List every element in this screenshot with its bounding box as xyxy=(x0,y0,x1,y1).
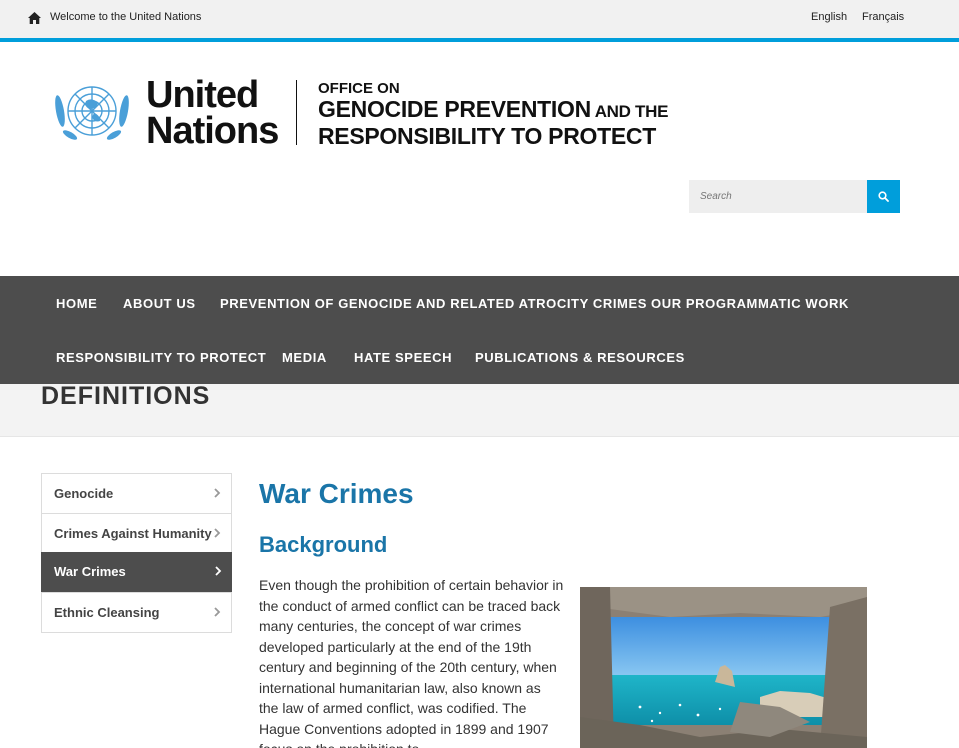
sidebar-item-ethnic-cleansing[interactable]: Ethnic Cleansing xyxy=(42,593,231,633)
nav-programmatic-work[interactable]: OUR PROGRAMMATIC WORK xyxy=(651,296,849,311)
nav-hate-speech[interactable]: HATE SPEECH xyxy=(354,350,452,365)
chevron-right-icon xyxy=(215,566,222,576)
page-title: War Crimes xyxy=(259,478,414,509)
chevron-right-icon xyxy=(214,528,221,538)
chevron-right-icon xyxy=(214,607,221,617)
language-english[interactable]: English xyxy=(811,11,847,23)
welcome-link[interactable]: Welcome to the United Nations xyxy=(50,11,201,23)
office-line3: RESPONSIBILITY TO PROTECT xyxy=(318,123,656,149)
war-damage-photo xyxy=(580,587,867,748)
header-divider xyxy=(296,80,297,145)
language-french[interactable]: Français xyxy=(862,11,904,23)
definitions-sidebar: Genocide Crimes Against Humanity War Cri… xyxy=(41,473,232,633)
office-line1: OFFICE ON xyxy=(318,80,400,97)
nav-publications-resources[interactable]: PUBLICATIONS & RESOURCES xyxy=(475,350,685,365)
nav-home[interactable]: HOME xyxy=(56,296,97,311)
sidebar-item-war-crimes[interactable]: War Crimes xyxy=(41,552,232,593)
section-heading: Background xyxy=(259,532,388,557)
nav-media[interactable]: MEDIA xyxy=(282,350,327,365)
main-navigation: HOME ABOUT US PREVENTION OF GENOCIDE AND… xyxy=(0,276,959,384)
nav-about-us[interactable]: ABOUT US xyxy=(123,296,196,311)
nav-responsibility-to-protect[interactable]: RESPONSIBILITY TO PROTECT xyxy=(56,350,266,365)
office-line2-main: GENOCIDE PREVENTION xyxy=(318,96,591,122)
accent-line xyxy=(0,38,959,42)
un-wordmark[interactable]: United Nations xyxy=(146,74,279,152)
page-section-title: DEFINITIONS xyxy=(41,382,211,410)
office-title[interactable]: OFFICE ON GENOCIDE PREVENTION AND THE RE… xyxy=(318,80,668,148)
office-line2-small: AND THE xyxy=(590,102,669,121)
sidebar-item-crimes-against-humanity[interactable]: Crimes Against Humanity xyxy=(42,514,231,554)
chevron-right-icon xyxy=(214,488,221,498)
body-paragraph: Even though the prohibition of certain b… xyxy=(259,577,564,748)
office-line2: GENOCIDE PREVENTION AND THE xyxy=(318,97,668,124)
un-emblem-logo[interactable] xyxy=(50,77,134,149)
un-wordmark-line1: United xyxy=(146,74,259,116)
sidebar-item-label: War Crimes xyxy=(54,564,126,579)
un-wordmark-line2: Nations xyxy=(146,110,279,152)
sidebar-item-label: Crimes Against Humanity xyxy=(54,526,212,541)
sidebar-item-genocide[interactable]: Genocide xyxy=(42,474,231,514)
search-icon xyxy=(878,191,889,202)
nav-prevention-of-genocide[interactable]: PREVENTION OF GENOCIDE AND RELATED ATROC… xyxy=(220,296,647,311)
home-icon[interactable] xyxy=(27,11,42,25)
sidebar-item-label: Ethnic Cleansing xyxy=(54,605,160,620)
search-button[interactable] xyxy=(867,180,900,213)
sidebar-item-label: Genocide xyxy=(54,486,114,501)
search-input[interactable] xyxy=(689,180,867,213)
